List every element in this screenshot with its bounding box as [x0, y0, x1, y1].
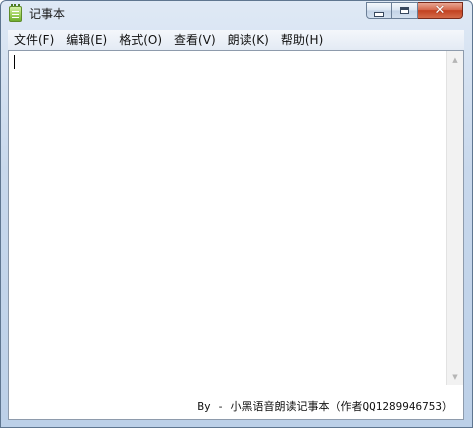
maximize-icon [400, 7, 409, 14]
scroll-down-arrow-icon[interactable]: ▼ [447, 368, 463, 385]
close-button[interactable]: ✕ [418, 2, 463, 19]
menu-view[interactable]: 查看(V) [168, 30, 222, 50]
text-caret [14, 55, 15, 69]
menu-file[interactable]: 文件(F) [8, 30, 60, 50]
window-title: 记事本 [29, 7, 66, 21]
menu-read-aloud[interactable]: 朗读(K) [222, 30, 275, 50]
menu-edit[interactable]: 编辑(E) [60, 30, 113, 50]
maximize-button[interactable] [392, 2, 418, 19]
author-credit: By - 小黑语音朗读记事本（作者QQ1289946753） [197, 400, 453, 413]
scroll-up-arrow-icon[interactable]: ▲ [447, 51, 463, 68]
notepad-app-icon[interactable] [9, 4, 22, 22]
vertical-scrollbar[interactable]: ▲ ▼ [446, 51, 463, 385]
text-editor[interactable]: ▲ ▼ By - 小黑语音朗读记事本（作者QQ1289946753） [8, 50, 464, 420]
menu-bar: 文件(F) 编辑(E) 格式(O) 查看(V) 朗读(K) 帮助(H) [8, 30, 464, 51]
minimize-icon [374, 11, 384, 17]
status-area: By - 小黑语音朗读记事本（作者QQ1289946753） [9, 385, 463, 419]
notepad-window: 记事本 ✕ 文件(F) 编辑(E) 格式(O) 查看(V) 朗读(K) 帮助(H… [0, 0, 473, 428]
minimize-button[interactable] [366, 2, 392, 19]
close-icon: ✕ [434, 3, 446, 18]
menu-help[interactable]: 帮助(H) [275, 30, 329, 50]
title-bar[interactable]: 记事本 ✕ [1, 1, 472, 27]
menu-format[interactable]: 格式(O) [113, 30, 168, 50]
